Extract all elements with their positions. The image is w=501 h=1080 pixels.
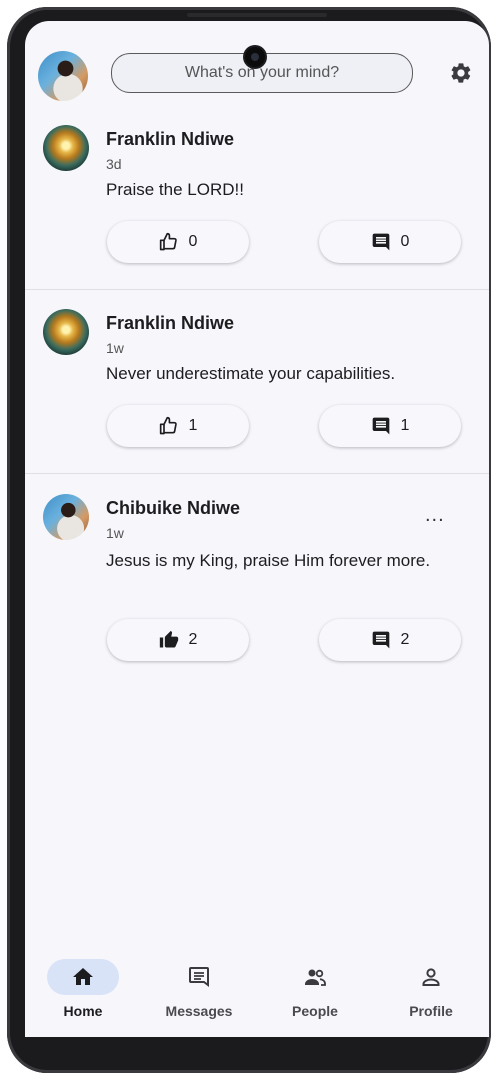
comment-icon [372, 417, 389, 435]
phone-frame: What's on your mind? Franklin Ndiwe 3d P… [7, 7, 491, 1073]
post-text: Praise the LORD!! [106, 180, 244, 199]
post-text: Never underestimate your capabilities. [106, 364, 396, 383]
comment-count: 0 [400, 233, 410, 250]
divider [25, 473, 489, 474]
post-author[interactable]: Franklin Ndiwe [106, 313, 234, 334]
comment-count: 2 [400, 631, 410, 648]
front-camera [245, 47, 265, 67]
app-screen: What's on your mind? Franklin Ndiwe 3d P… [25, 21, 489, 1037]
post-author[interactable]: Chibuike Ndiwe [106, 498, 240, 519]
person-icon [422, 968, 440, 986]
like-button[interactable]: 2 [107, 619, 249, 661]
nav-item-home[interactable]: Home [25, 959, 141, 1019]
nav-label-home: Home [63, 1003, 103, 1019]
comment-button[interactable]: 0 [319, 221, 461, 263]
avatar[interactable] [38, 51, 88, 101]
post-time: 1w [106, 525, 124, 541]
post-time: 1w [106, 340, 124, 356]
nav-item-messages[interactable]: Messages [141, 959, 257, 1019]
comment-button[interactable]: 2 [319, 619, 461, 661]
more-options-icon[interactable]: ... [425, 504, 445, 527]
comment-button[interactable]: 1 [319, 405, 461, 447]
avatar[interactable] [43, 309, 89, 355]
bottom-navigation: Home Messages People Profile [25, 949, 489, 1037]
post-card: Chibuike Ndiwe ... 1w Jesus is my King, … [25, 492, 489, 692]
nav-label-profile: Profile [409, 1003, 453, 1019]
avatar[interactable] [43, 125, 89, 171]
nav-label-messages: Messages [165, 1003, 233, 1019]
like-count: 1 [188, 417, 198, 434]
thumb-up-outline-icon [159, 416, 177, 435]
post-card: Franklin Ndiwe 1w Never underestimate yo… [25, 307, 489, 473]
home-icon [73, 968, 93, 985]
like-button[interactable]: 0 [107, 221, 249, 263]
comment-icon [372, 631, 389, 649]
nav-item-profile[interactable]: Profile [373, 959, 489, 1019]
message-icon [189, 967, 209, 987]
nav-item-people[interactable]: People [257, 959, 373, 1019]
avatar[interactable] [43, 494, 89, 540]
thumb-up-outline-icon [159, 232, 177, 251]
post-author[interactable]: Franklin Ndiwe [106, 129, 234, 150]
speaker-notch [187, 13, 327, 17]
comment-icon [372, 233, 389, 251]
post-text: Jesus is my King, praise Him forever mor… [106, 551, 431, 570]
gear-icon[interactable] [449, 61, 473, 85]
divider [25, 289, 489, 290]
like-button[interactable]: 1 [107, 405, 249, 447]
post-card: Franklin Ndiwe 3d Praise the LORD!! 0 0 [25, 123, 489, 289]
like-count: 2 [188, 631, 198, 648]
post-time: 3d [106, 156, 122, 172]
nav-label-people: People [292, 1003, 338, 1019]
thumb-up-filled-icon [159, 630, 178, 648]
people-icon [305, 969, 326, 986]
like-count: 0 [188, 233, 198, 250]
composer-placeholder: What's on your mind? [184, 64, 340, 81]
comment-count: 1 [400, 417, 410, 434]
